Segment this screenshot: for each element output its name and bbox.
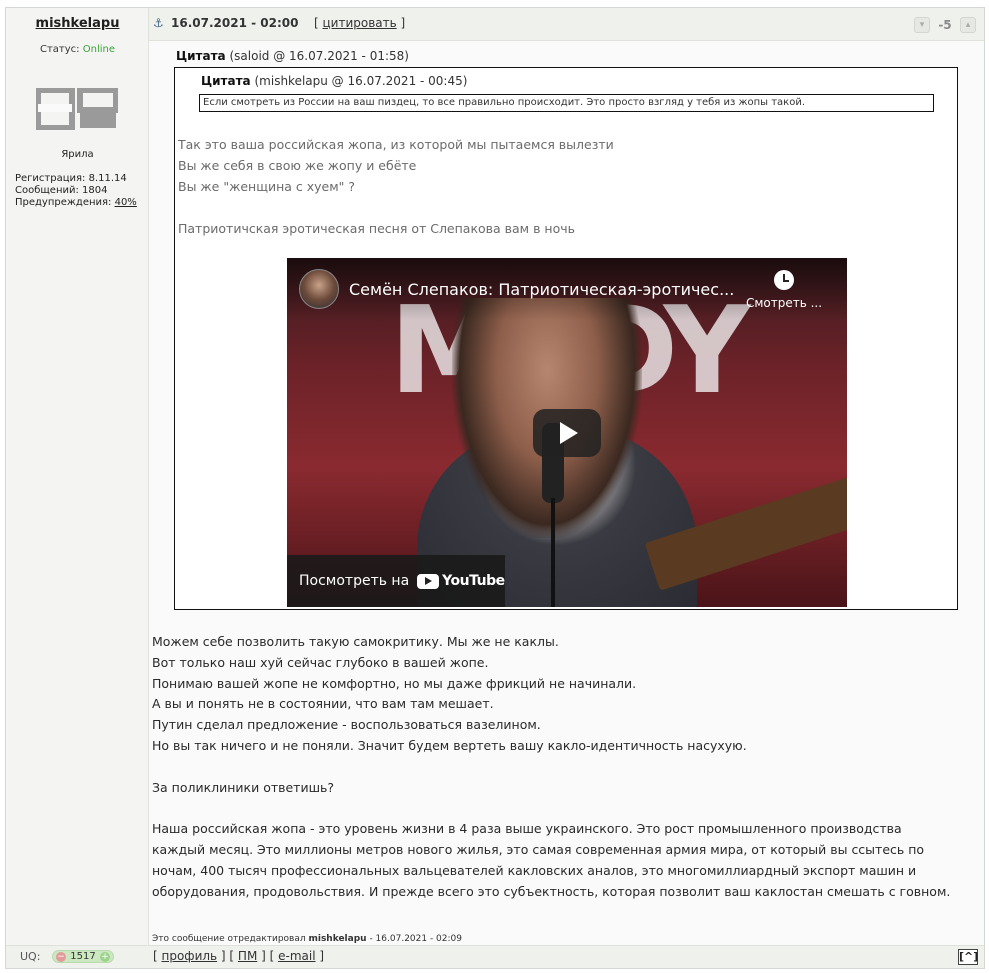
play-button-icon[interactable] bbox=[533, 409, 601, 457]
author-avatar: 95 bbox=[36, 88, 118, 130]
warnings-link[interactable]: 40% bbox=[115, 197, 137, 208]
quote-line bbox=[178, 197, 614, 218]
quote-line: Патриотичская эротическая песня от Слепа… bbox=[178, 221, 575, 236]
thumbs-down-icon[interactable]: ▾ bbox=[914, 17, 930, 33]
outer-quote-header: Цитата (saloid @ 16.07.2021 - 01:58) bbox=[176, 49, 409, 63]
uq-value: 1517 bbox=[70, 951, 96, 962]
email-link[interactable]: e-mail bbox=[278, 949, 315, 963]
thumbs-up-icon[interactable]: ▴ bbox=[960, 17, 976, 33]
pm-link[interactable]: ПМ bbox=[238, 949, 257, 963]
reply-line: Наша российская жопа - это уровень жизни… bbox=[152, 821, 902, 837]
author-panel: mishkelapu Статус: Online 95 Ярила Регис… bbox=[6, 8, 149, 968]
inner-quote-header: Цитата (mishkelapu @ 16.07.2021 - 00:45) bbox=[201, 74, 468, 88]
anchor-icon[interactable]: ⚓ bbox=[153, 16, 164, 30]
quote-line: Так это ваша российская жопа, из которой… bbox=[178, 137, 614, 152]
reply-line: Понимаю вашей жопе не комфортно, но мы д… bbox=[152, 675, 637, 691]
outer-quote: Цитата (mishkelapu @ 16.07.2021 - 00:45)… bbox=[174, 67, 958, 610]
author-rank: Ярила bbox=[61, 149, 94, 160]
post-rating: ▾ -5 ▴ bbox=[912, 14, 978, 36]
microphone-stand bbox=[551, 498, 555, 607]
quote-link[interactable]: цитировать bbox=[323, 16, 397, 30]
inner-quote: Если смотреть из России на ваш пиздец, т… bbox=[199, 94, 934, 112]
post-footer: UQ: − 1517 + [ профиль ] [ ПМ ] [ e-mail… bbox=[6, 945, 984, 968]
youtube-logo-icon: YouTube bbox=[417, 573, 505, 589]
status-label: Статус: bbox=[40, 44, 80, 55]
footer-links: [ профиль ] [ ПМ ] [ e-mail ] bbox=[153, 949, 325, 963]
author-message-count: Сообщений: 1804 bbox=[15, 185, 108, 196]
reply-line: ночам, 400 тысяч профессиональных вальце… bbox=[152, 862, 917, 878]
uq-reputation: − 1517 + bbox=[52, 950, 114, 963]
uq-minus-button[interactable]: − bbox=[56, 951, 66, 962]
author-stats: Регистрация: 8.11.14 Сообщений: 1804 Пре… bbox=[15, 173, 137, 209]
quote-text: Так это ваша российская жопа, из которой… bbox=[178, 134, 614, 239]
reply-text: Можем себе позволить такую самокритику. … bbox=[152, 632, 972, 902]
scroll-to-top-button[interactable]: [^] bbox=[958, 949, 978, 965]
reply-line bbox=[152, 798, 972, 819]
reply-line: За поликлиники ответишь? bbox=[152, 779, 335, 795]
reply-line: Вот только наш хуй сейчас глубоко в ваше… bbox=[152, 654, 489, 670]
reply-line: Можем себе позволить такую самокритику. … bbox=[152, 634, 559, 649]
watch-later-button[interactable]: Смотреть ... bbox=[739, 270, 829, 310]
rating-value: -5 bbox=[938, 18, 952, 32]
channel-avatar[interactable] bbox=[299, 269, 339, 309]
uq-label: UQ: bbox=[20, 950, 41, 963]
reply-line: Путин сделал предложение - воспользовать… bbox=[152, 717, 541, 733]
author-status: Статус: Online bbox=[6, 44, 149, 55]
uq-plus-button[interactable]: + bbox=[99, 951, 110, 962]
author-warnings: Предупреждения: 40% bbox=[15, 197, 137, 208]
reply-line: оборудования, продовольствия. И прежде в… bbox=[152, 883, 951, 899]
reply-line: Но вы так ничего и не поняли. Значит буд… bbox=[152, 737, 747, 753]
reply-line: каждый месяц. Это миллионы метров нового… bbox=[152, 841, 925, 857]
reply-line bbox=[152, 757, 972, 778]
post-date: 16.07.2021 - 02:00 bbox=[171, 16, 299, 30]
edited-note: Это сообщение отредактировал mishkelapu … bbox=[152, 934, 462, 944]
status-online: Online bbox=[82, 44, 115, 55]
reply-line: А вы и понять не в состоянии, что вам та… bbox=[152, 696, 494, 712]
profile-link[interactable]: профиль bbox=[162, 949, 218, 963]
video-title[interactable]: Семён Слепаков: Патриотическая-эротичес.… bbox=[349, 280, 734, 299]
forum-post: mishkelapu Статус: Online 95 Ярила Регис… bbox=[5, 7, 985, 969]
watch-on-youtube-button[interactable]: Посмотреть на YouTube bbox=[287, 555, 505, 607]
youtube-embed[interactable]: MEDY Семён Слепаков: Патриотическая-эрот… bbox=[287, 258, 847, 607]
quote-line: Вы же "женщина с хуем" ? bbox=[178, 179, 356, 194]
clock-icon bbox=[774, 270, 794, 290]
quote-button[interactable]: [ цитировать ] bbox=[314, 16, 405, 30]
author-registration: Регистрация: 8.11.14 bbox=[15, 173, 127, 184]
author-username-link[interactable]: mishkelapu bbox=[6, 16, 149, 31]
quote-line: Вы же себя в свою же жопу и ебёте bbox=[178, 158, 417, 173]
